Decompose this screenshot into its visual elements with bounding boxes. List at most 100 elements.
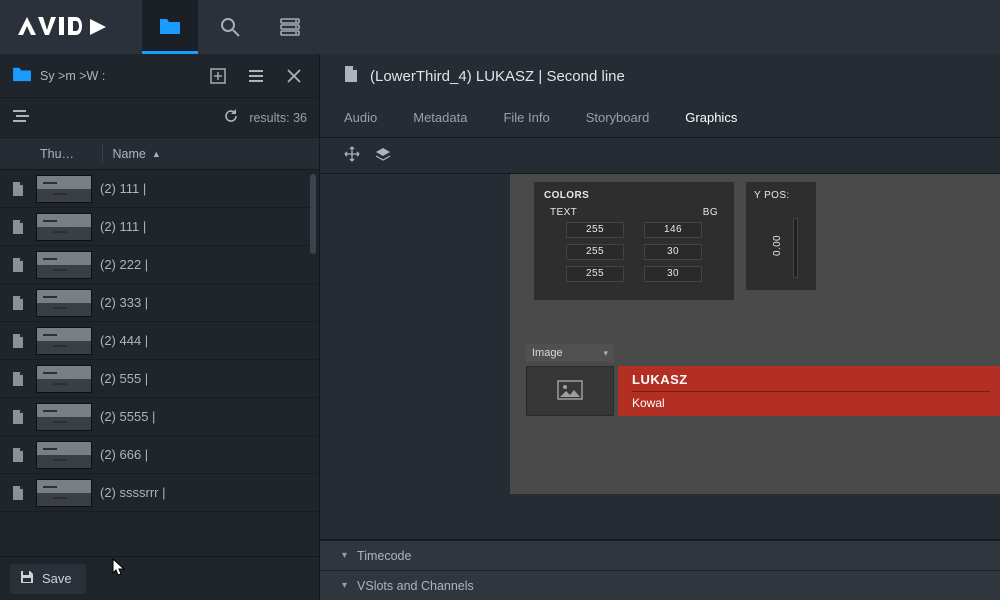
image-dropdown[interactable]: Image xyxy=(526,344,614,362)
lowerthird-line2: Kowal xyxy=(632,396,990,410)
save-button[interactable]: Save xyxy=(10,564,86,594)
asset-tabs: Audio Metadata File Info Storyboard Grap… xyxy=(320,98,1000,138)
item-name: (2) 5555 | xyxy=(98,409,319,424)
layers-tool-icon[interactable] xyxy=(374,147,392,164)
item-name: (2) 444 | xyxy=(98,333,319,348)
asset-type-icon xyxy=(0,220,36,234)
image-slot[interactable] xyxy=(526,366,614,416)
move-tool-icon[interactable] xyxy=(344,146,360,165)
save-icon xyxy=(20,570,34,587)
asset-type-icon xyxy=(0,448,36,462)
image-placeholder-icon xyxy=(557,380,583,403)
asset-type-icon xyxy=(0,258,36,272)
list-mode-button[interactable] xyxy=(241,61,271,91)
detail-panel: (LowerThird_4) LUKASZ | Second line Audi… xyxy=(320,54,1000,600)
browser-panel: Sy >m >W : results: 36 xyxy=(0,54,320,600)
col-thumb[interactable]: Thu… xyxy=(36,147,102,161)
asset-title: (LowerThird_4) LUKASZ | Second line xyxy=(370,68,625,85)
item-name: (2) 111 | xyxy=(98,219,319,234)
folder-icon xyxy=(12,66,32,85)
list-item[interactable]: (2) 555 | xyxy=(0,360,319,398)
chevron-down-icon: ▾ xyxy=(342,550,347,561)
list-item[interactable]: (2) 333 | xyxy=(0,284,319,322)
graphics-toolbar xyxy=(320,138,1000,174)
breadcrumb[interactable]: Sy >m >W : xyxy=(40,69,105,83)
browser-meta-row: results: 36 xyxy=(0,98,319,138)
avid-logo xyxy=(18,15,108,39)
item-name: (2) 555 | xyxy=(98,371,319,386)
color-properties-box: COLORS TEXT BG 255 146 255 30 255 30 xyxy=(534,182,734,300)
thumbnail xyxy=(36,479,92,507)
item-name: (2) ssssrrr | xyxy=(98,485,319,500)
thumbnail xyxy=(36,327,92,355)
thumbnail xyxy=(36,213,92,241)
item-name: (2) 333 | xyxy=(98,295,319,310)
sort-asc-icon: ▲ xyxy=(152,149,161,159)
bg-color-value[interactable]: 30 xyxy=(644,266,702,282)
asset-icon xyxy=(344,66,358,86)
ypos-slider[interactable] xyxy=(793,218,798,278)
asset-type-icon xyxy=(0,372,36,386)
item-name: (2) 111 | xyxy=(98,181,319,196)
graphics-canvas-area: COLORS TEXT BG 255 146 255 30 255 30 Y POS: 0… xyxy=(320,174,1000,600)
asset-title-row: (LowerThird_4) LUKASZ | Second line xyxy=(320,54,1000,98)
section-timecode[interactable]: ▾ Timecode xyxy=(320,540,1000,570)
asset-type-icon xyxy=(0,410,36,424)
browser-list: (2) 111 | (2) 111 | (2) 222 | (2) 333 | (2) … xyxy=(0,170,319,556)
asset-type-icon xyxy=(0,182,36,196)
thumbnail xyxy=(36,251,92,279)
browser-scrollbar[interactable] xyxy=(310,174,316,254)
save-label: Save xyxy=(42,571,72,586)
asset-type-icon xyxy=(0,486,36,500)
nav-search-button[interactable] xyxy=(202,0,258,54)
colors-heading: COLORS xyxy=(544,190,724,201)
top-bar xyxy=(0,0,1000,54)
tab-storyboard[interactable]: Storyboard xyxy=(586,110,650,125)
list-item[interactable]: (2) ssssrrr | xyxy=(0,474,319,512)
list-item[interactable]: (2) 666 | xyxy=(0,436,319,474)
nav-servers-button[interactable] xyxy=(262,0,318,54)
browser-columns-header: Thu… Name ▲ xyxy=(0,138,319,170)
breadcrumb-row: Sy >m >W : xyxy=(0,54,319,98)
add-panel-button[interactable] xyxy=(203,61,233,91)
ypos-box: Y POS: 0.00 xyxy=(746,182,816,290)
list-item[interactable]: (2) 5555 | xyxy=(0,398,319,436)
results-label: results: 36 xyxy=(249,111,307,125)
text-color-value[interactable]: 255 xyxy=(566,222,624,238)
asset-type-icon xyxy=(0,334,36,348)
list-item[interactable]: (2) 222 | xyxy=(0,246,319,284)
tab-fileinfo[interactable]: File Info xyxy=(503,110,549,125)
thumbnail xyxy=(36,289,92,317)
ypos-value: 0.00 xyxy=(772,235,783,256)
bg-color-value[interactable]: 30 xyxy=(644,244,702,260)
tab-graphics[interactable]: Graphics xyxy=(685,110,737,125)
tab-audio[interactable]: Audio xyxy=(344,110,377,125)
text-color-value[interactable]: 255 xyxy=(566,244,624,260)
item-name: (2) 222 | xyxy=(98,257,319,272)
refresh-button[interactable] xyxy=(223,108,239,127)
text-color-value[interactable]: 255 xyxy=(566,266,624,282)
section-vslots[interactable]: ▾ VSlots and Channels xyxy=(320,570,1000,600)
tree-toggle-icon[interactable] xyxy=(12,109,30,126)
main-area: Sy >m >W : results: 36 xyxy=(0,54,1000,600)
tab-metadata[interactable]: Metadata xyxy=(413,110,467,125)
thumbnail xyxy=(36,365,92,393)
ypos-label: Y POS: xyxy=(754,190,808,201)
thumbnail xyxy=(36,403,92,431)
lowerthird-preview[interactable]: LUKASZ Kowal xyxy=(618,366,1000,416)
browser-footer: Save xyxy=(0,556,319,600)
list-item[interactable]: (2) 444 | xyxy=(0,322,319,360)
list-item[interactable]: (2) 111 | xyxy=(0,170,319,208)
close-panel-button[interactable] xyxy=(279,61,309,91)
item-name: (2) 666 | xyxy=(98,447,319,462)
bg-col-label: BG xyxy=(703,207,718,218)
lowerthird-line1: LUKASZ xyxy=(632,372,990,387)
thumbnail xyxy=(36,175,92,203)
bg-color-value[interactable]: 146 xyxy=(644,222,702,238)
chevron-down-icon: ▾ xyxy=(342,580,347,591)
col-name[interactable]: Name ▲ xyxy=(103,147,319,161)
list-item[interactable]: (2) 111 | xyxy=(0,208,319,246)
thumbnail xyxy=(36,441,92,469)
nav-files-button[interactable] xyxy=(142,0,198,54)
text-col-label: TEXT xyxy=(550,207,577,218)
